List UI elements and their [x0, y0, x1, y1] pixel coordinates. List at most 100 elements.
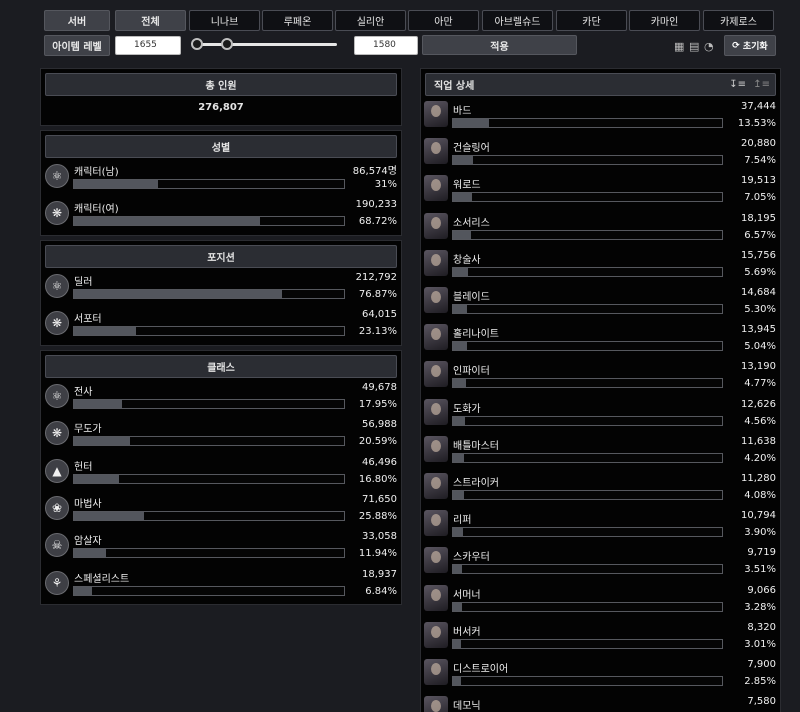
job-portrait — [424, 287, 448, 313]
job-bar-fill — [453, 491, 464, 499]
job-row[interactable]: 디스트로이어 7,900 2.85% — [424, 659, 776, 696]
job-row[interactable]: 버서커 8,320 3.01% — [424, 621, 776, 659]
job-count: 8,320 — [747, 621, 776, 633]
job-count: 20,880 — [741, 138, 776, 150]
job-row[interactable]: 홀리나이트 13,945 5.04% — [424, 324, 776, 361]
job-bar-fill — [453, 342, 467, 351]
job-bar-track — [452, 155, 723, 166]
server-tab[interactable]: 카단 — [556, 10, 627, 31]
job-bar-track — [452, 601, 723, 612]
gender-bar-track — [73, 216, 345, 226]
job-bar-fill — [453, 305, 468, 313]
class-row-pct: 25.88% — [358, 510, 397, 522]
job-portrait — [424, 435, 448, 462]
job-portrait — [424, 473, 448, 499]
class-title: 클래스 — [45, 355, 397, 378]
job-bar-track — [452, 490, 723, 500]
gender-bar-fill — [74, 217, 260, 225]
server-tab[interactable]: 니나브 — [189, 10, 260, 31]
class-bar-fill — [74, 437, 130, 446]
job-row[interactable]: 스카우터 9,719 3.51% — [424, 547, 776, 584]
job-row[interactable]: 바드 37,444 13.53% — [424, 101, 776, 138]
position-title: 포지션 — [45, 245, 397, 268]
job-pct: 13.53% — [737, 118, 776, 129]
job-pct: 2.85% — [744, 676, 776, 687]
job-label: 도화가 — [453, 403, 481, 415]
slider-max-handle[interactable] — [221, 38, 233, 50]
bar-chart-view-icon[interactable]: ▤ — [689, 40, 699, 53]
job-row[interactable]: 스트라이커 11,280 4.08% — [424, 473, 776, 510]
job-row[interactable]: 건슬링어 20,880 7.54% — [424, 138, 776, 175]
sort-asc-icon[interactable]: ↥≡ — [753, 79, 770, 90]
server-tab[interactable]: 아만 — [408, 10, 479, 31]
job-bar-track — [452, 229, 723, 240]
class-row-count: 18,937 — [362, 568, 397, 580]
refresh-icon: ⟳ — [732, 40, 740, 51]
server-tab[interactable]: 실리안 — [335, 10, 406, 31]
job-pct: 6.57% — [744, 229, 776, 241]
position-row: ❋ 서포터 64,015 23.13% — [45, 309, 397, 343]
job-row[interactable]: 창술사 15,756 5.69% — [424, 249, 776, 287]
server-tab[interactable]: 전체 — [115, 10, 186, 31]
female-emblem-icon: ❋ — [45, 201, 69, 225]
item-level-min-input[interactable]: 1655 — [115, 36, 181, 55]
position-row-label: 딜러 — [74, 277, 93, 288]
job-bar-fill — [453, 639, 462, 648]
server-tab[interactable]: 카마인 — [629, 10, 700, 31]
job-row[interactable]: 블레이드 14,684 5.30% — [424, 287, 776, 324]
gender-panel: 성별 ⚛ 캐릭터(남) 86,574명 31% ❋ 캐릭터(여) 190,233 68.72% — [40, 130, 402, 236]
position-row: ⚛ 딜러 212,792 76.87% — [45, 272, 397, 306]
server-label: 서버 — [44, 10, 110, 31]
job-bar-track — [452, 638, 723, 649]
class-row-pct: 17.95% — [358, 399, 397, 410]
table-view-icon[interactable]: ▦ — [674, 40, 684, 53]
class-row-count: 49,678 — [362, 382, 397, 393]
class-bar-fill — [74, 511, 144, 520]
class-bar-track — [73, 510, 345, 521]
class-row-pct: 11.94% — [358, 548, 397, 560]
job-count: 9,066 — [747, 584, 776, 596]
job-row[interactable]: 소서리스 18,195 6.57% — [424, 212, 776, 250]
job-row[interactable]: 리퍼 10,794 3.90% — [424, 510, 776, 547]
job-count: 37,444 — [741, 101, 776, 112]
job-row[interactable]: 인파이터 13,190 4.77% — [424, 361, 776, 398]
item-level-label: 아이템 레벨 — [44, 35, 110, 56]
martial-artist-emblem-icon: ❋ — [45, 421, 69, 446]
job-bar-track — [452, 304, 723, 314]
job-label: 창술사 — [453, 254, 481, 266]
job-row[interactable]: 서머너 9,066 3.28% — [424, 584, 776, 622]
job-portrait — [424, 324, 448, 351]
server-tab[interactable]: 아브렐슈드 — [482, 10, 553, 31]
job-bar-fill — [453, 453, 465, 462]
item-level-slider[interactable] — [197, 43, 337, 46]
position-panel: 포지션 ⚛ 딜러 212,792 76.87% ❋ 서포터 64,015 23.13% — [40, 240, 402, 346]
position-row-pct: 76.87% — [358, 289, 397, 300]
job-portrait — [424, 138, 448, 165]
apply-button[interactable]: 적용 — [422, 35, 577, 55]
job-row[interactable]: 워로드 19,513 7.05% — [424, 175, 776, 212]
position-bar-track — [73, 289, 345, 299]
slider-min-handle[interactable] — [191, 38, 203, 50]
job-bar-track — [452, 266, 723, 277]
sort-desc-icon[interactable]: ↧≡ — [729, 79, 746, 90]
job-label: 리퍼 — [453, 515, 472, 527]
job-pct: 7.54% — [744, 155, 776, 167]
pie-chart-view-icon[interactable]: ◔ — [704, 40, 714, 53]
reset-button[interactable]: ⟳ 초기화 — [724, 35, 776, 56]
class-row: ❀ 마법사 71,650 25.88% — [45, 494, 397, 528]
job-row[interactable]: 데모닉 7,580 — [424, 696, 776, 712]
gender-bar-track — [73, 179, 345, 189]
job-portrait — [424, 584, 448, 611]
job-bar-fill — [453, 267, 469, 276]
server-tab[interactable]: 루페온 — [262, 10, 333, 31]
job-row[interactable]: 배틀마스터 11,638 4.20% — [424, 435, 776, 473]
job-bar-fill — [453, 193, 472, 202]
job-row[interactable]: 도화가 12,626 4.56% — [424, 398, 776, 436]
job-bar-fill — [453, 379, 466, 388]
job-pct: 5.04% — [744, 341, 776, 353]
item-level-max-input[interactable]: 1580 — [354, 36, 418, 55]
server-tab[interactable]: 카제로스 — [703, 10, 774, 31]
job-detail-title: 직업 상세 — [434, 81, 475, 92]
class-bar-track — [73, 585, 345, 596]
job-portrait — [424, 510, 448, 537]
